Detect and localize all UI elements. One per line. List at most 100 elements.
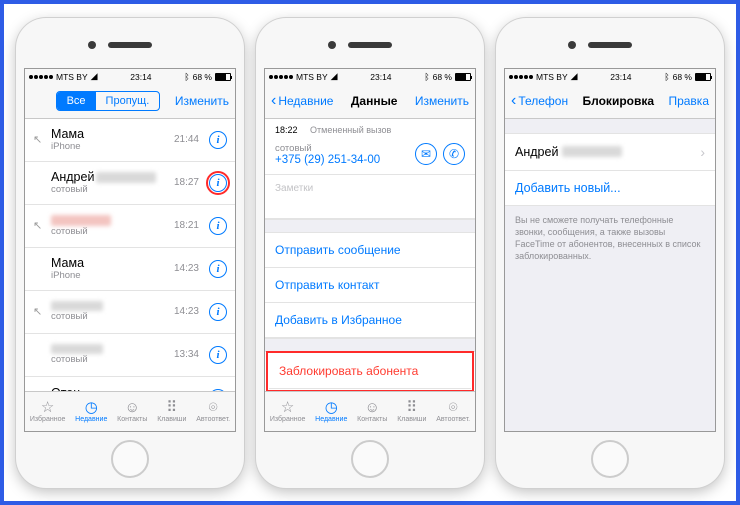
star-icon: ☆ (41, 400, 54, 415)
signal-icon (269, 75, 293, 79)
call-row[interactable]: сотовый 13:34 i (25, 334, 235, 377)
send-message-action[interactable]: Отправить сообщение (265, 233, 475, 268)
clock: 23:14 (130, 72, 151, 82)
back-button[interactable]: ‹Недавние (271, 93, 333, 109)
carrier-label: MTS BY (536, 72, 568, 82)
section-spacer (265, 219, 475, 233)
message-button[interactable]: ✉ (415, 143, 437, 165)
info-button[interactable]: i (209, 131, 227, 149)
blurred-text (51, 344, 103, 354)
battery-percent: 68 % (193, 72, 212, 82)
chevron-left-icon: ‹ (511, 93, 516, 109)
blurred-text (96, 172, 156, 183)
phone-frame: MTS BY ◢ 23:14 ᛒ 68 % Все Пропущ. Измени… (16, 18, 244, 488)
tab-keypad[interactable]: ⠿Клавиши (157, 400, 186, 423)
signal-icon (509, 75, 533, 79)
battery-percent: 68 % (673, 72, 692, 82)
info-button[interactable]: i (209, 346, 227, 364)
voicemail-icon: ⌾ (449, 400, 458, 415)
star-icon: ☆ (281, 400, 294, 415)
screen-recents: MTS BY ◢ 23:14 ᛒ 68 % Все Пропущ. Измени… (24, 68, 236, 432)
edit-button[interactable]: Изменить (175, 94, 229, 108)
tab-voicemail[interactable]: ⌾Автоответ. (436, 400, 470, 423)
screen-blocked: MTS BY ◢ 23:14 ᛒ 68 % ‹Телефон Блокировк… (504, 68, 716, 432)
back-button[interactable]: ‹Телефон (511, 93, 568, 109)
home-button[interactable] (111, 440, 149, 478)
tab-bar: ☆Избранное ◷Недавние ☺Контакты ⠿Клавиши … (265, 391, 475, 431)
add-new-button[interactable]: Добавить новый... (505, 171, 715, 206)
block-caller-action[interactable]: Заблокировать абонента (269, 354, 471, 389)
seg-all[interactable]: Все (57, 92, 96, 110)
bluetooth-icon: ᛒ (664, 72, 669, 82)
info-button[interactable]: i (209, 303, 227, 321)
person-icon: ☺ (125, 400, 140, 415)
chevron-right-icon: › (700, 144, 705, 160)
signal-icon (29, 75, 53, 79)
phone-number-row: сотовый +375 (29) 251-34-00 ✉ ✆ (265, 139, 475, 175)
clock-icon: ◷ (85, 400, 98, 415)
bluetooth-icon: ᛒ (424, 72, 429, 82)
battery-icon (695, 73, 711, 81)
call-time: 14:23 (174, 263, 199, 274)
chevron-left-icon: ‹ (271, 93, 276, 109)
phone-number[interactable]: +375 (29) 251-34-00 (275, 154, 409, 166)
call-row[interactable]: ↖ Мама iPhone 21:44 i (25, 119, 235, 162)
tab-recents[interactable]: ◷Недавние (75, 400, 107, 423)
voicemail-icon: ⌾ (209, 400, 218, 415)
call-header: 18:22 Отмененный вызов (265, 119, 475, 139)
call-row[interactable]: Мама iPhone 14:23 i (25, 248, 235, 291)
tab-recents[interactable]: ◷Недавние (315, 400, 347, 423)
wifi-icon: ◢ (331, 71, 338, 82)
blurred-text (562, 146, 622, 157)
tab-contacts[interactable]: ☺Контакты (117, 400, 147, 423)
home-button[interactable] (351, 440, 389, 478)
nav-bar: ‹Недавние Данные Изменить (265, 85, 475, 119)
outgoing-icon: ↖ (33, 219, 45, 232)
nav-bar: Все Пропущ. Изменить (25, 85, 235, 119)
blocked-contact-row[interactable]: Андрей › (505, 133, 715, 171)
call-name (51, 301, 168, 311)
status-bar: MTS BY ◢ 23:14 ᛒ 68 % (25, 69, 235, 85)
notes-field[interactable]: Заметки (265, 175, 475, 219)
call-button[interactable]: ✆ (443, 143, 465, 165)
seg-missed[interactable]: Пропущ. (96, 92, 160, 110)
battery-percent: 68 % (433, 72, 452, 82)
call-row[interactable]: Андрей сотовый 18:27 i (25, 162, 235, 205)
call-row[interactable]: ↖ сотовый 14:23 i (25, 291, 235, 334)
blurred-text (51, 301, 103, 311)
call-sub: iPhone (51, 141, 168, 152)
tab-keypad[interactable]: ⠿Клавиши (397, 400, 426, 423)
call-sub: сотовый (51, 184, 168, 195)
edit-button[interactable]: Правка (668, 94, 709, 108)
call-row[interactable]: ↖ сотовый 18:21 i (25, 205, 235, 248)
info-button[interactable]: i (209, 260, 227, 278)
add-favorite-action[interactable]: Добавить в Избранное (265, 303, 475, 338)
call-time: 21:44 (174, 134, 199, 145)
outgoing-icon: ↖ (33, 133, 45, 146)
edit-button[interactable]: Изменить (415, 94, 469, 108)
call-name: Мама (51, 127, 168, 141)
explain-text: Вы не сможете получать телефонные звонки… (505, 206, 715, 271)
info-button[interactable]: i (209, 217, 227, 235)
call-row[interactable]: Отец рабочий 13:34 i (25, 377, 235, 391)
call-sub: сотовый (51, 354, 168, 365)
tab-favorites[interactable]: ☆Избранное (30, 400, 65, 423)
call-time: 14:23 (174, 306, 199, 317)
battery-icon (215, 73, 231, 81)
tab-favorites[interactable]: ☆Избранное (270, 400, 305, 423)
tab-contacts[interactable]: ☺Контакты (357, 400, 387, 423)
clock-icon: ◷ (325, 400, 338, 415)
wifi-icon: ◢ (571, 71, 578, 82)
status-bar: MTS BY ◢ 23:14 ᛒ 68 % (505, 69, 715, 85)
tab-voicemail[interactable]: ⌾Автоответ. (196, 400, 230, 423)
clock: 23:14 (370, 72, 391, 82)
call-name (51, 215, 168, 226)
keypad-icon: ⠿ (406, 400, 417, 415)
share-contact-action[interactable]: Отправить контакт (265, 268, 475, 303)
nav-bar: ‹Телефон Блокировка Правка (505, 85, 715, 119)
blocked-content: Андрей › Добавить новый... Вы не сможете… (505, 119, 715, 431)
tab-bar: ☆Избранное ◷Недавние ☺Контакты ⠿Клавиши … (25, 391, 235, 431)
call-name (51, 344, 168, 354)
info-button[interactable]: i (209, 174, 227, 192)
home-button[interactable] (591, 440, 629, 478)
